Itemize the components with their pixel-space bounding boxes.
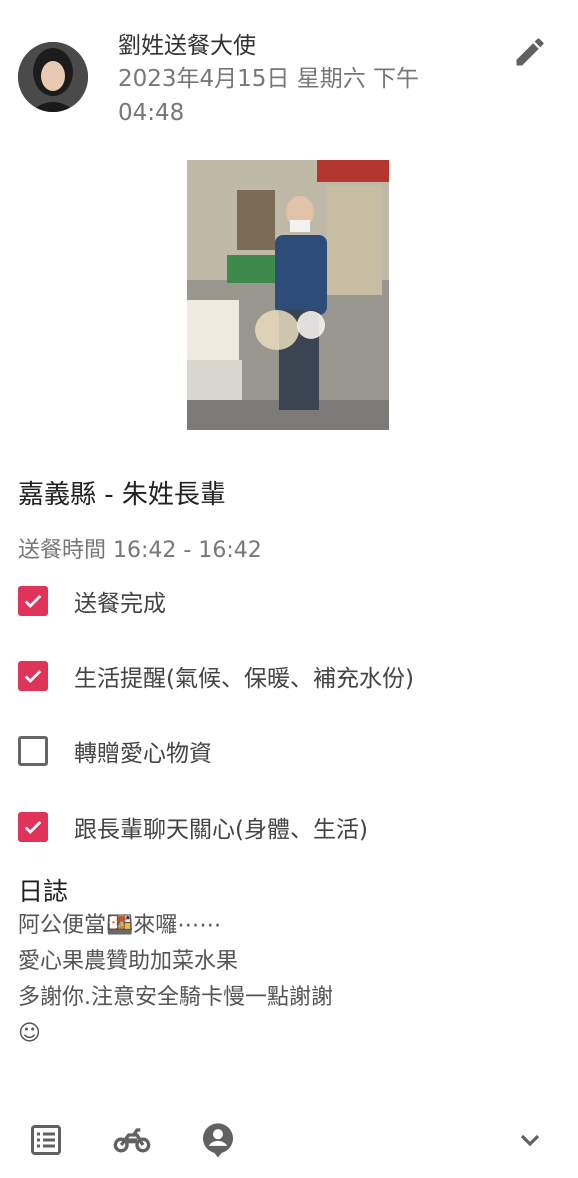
recipient-title: 嘉義縣 - 朱姓長輩: [18, 480, 226, 510]
check-icon: [24, 669, 42, 683]
checkbox[interactable]: [18, 736, 48, 766]
checklist-item-life-reminder[interactable]: 生活提醒(氣候、保暖、補充水份): [18, 659, 414, 693]
motorcycle-icon: [113, 1128, 151, 1153]
checklist-label: 送餐完成: [74, 591, 166, 617]
chevron-down-icon: [520, 1134, 540, 1147]
check-icon: [24, 820, 42, 834]
checklist-item-chat-care[interactable]: 跟長輩聊天關心(身體、生活): [18, 810, 368, 844]
post-header: 劉姓送餐大使 2023年4月15日 星期六 下午 04:48: [0, 0, 578, 140]
journal-line: 多謝你.注意安全騎卡慢一點謝謝: [18, 985, 333, 1010]
list-icon: [31, 1125, 61, 1155]
check-icon: [24, 594, 42, 608]
checklist-item-delivery-complete[interactable]: 送餐完成: [18, 584, 166, 618]
avatar[interactable]: [18, 42, 88, 112]
edit-button[interactable]: [508, 30, 552, 74]
edit-pencil-icon: [516, 38, 544, 66]
delivery-time: 送餐時間 16:42 - 16:42: [18, 538, 262, 563]
journal-title: 日誌: [18, 877, 69, 906]
journal-line: ☺: [18, 1021, 41, 1046]
checkbox[interactable]: [18, 586, 48, 616]
journal-content: 阿公便當🍱來囉⋯⋯ 愛心果農贊助加菜水果 多謝你.注意安全騎卡慢一點謝謝 ☺: [18, 908, 333, 1052]
delivery-photo[interactable]: [187, 160, 389, 430]
post-date: 2023年4月15日 星期六 下午 04:48: [118, 66, 420, 126]
checkbox[interactable]: [18, 661, 48, 691]
checklist-item-donated-supplies[interactable]: 轉贈愛心物資: [18, 734, 212, 768]
checklist-label: 生活提醒(氣候、保暖、補充水份): [74, 666, 414, 692]
location-button[interactable]: [196, 1118, 240, 1162]
journal-line: 阿公便當🍱來囉⋯⋯: [18, 913, 222, 938]
author-name: 劉姓送餐大使: [118, 33, 256, 59]
checklist-label: 跟長輩聊天關心(身體、生活): [74, 817, 368, 843]
journal-line: 愛心果農贊助加菜水果: [18, 949, 239, 974]
list-button[interactable]: [24, 1118, 68, 1162]
bottom-toolbar: [0, 1110, 578, 1170]
person-pin-icon: [203, 1123, 233, 1158]
expand-button[interactable]: [508, 1118, 552, 1162]
bike-button[interactable]: [110, 1118, 154, 1162]
checkbox[interactable]: [18, 812, 48, 842]
checklist-label: 轉贈愛心物資: [74, 741, 212, 767]
